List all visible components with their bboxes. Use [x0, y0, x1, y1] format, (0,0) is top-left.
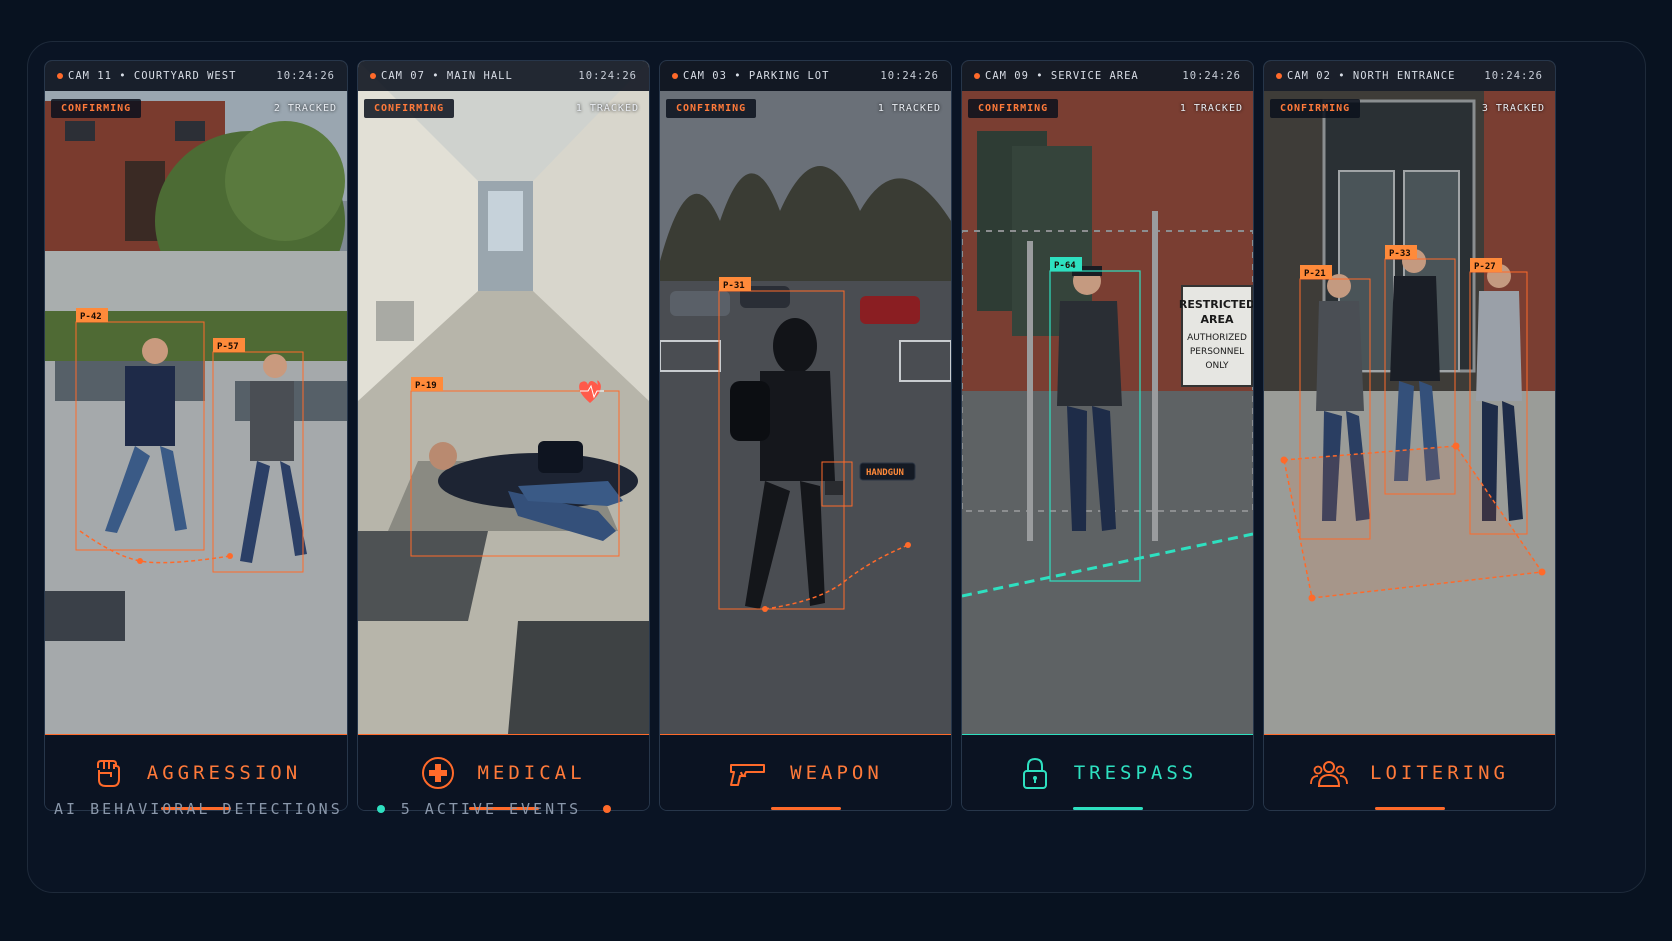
weapon-tag-label: HANDGUN — [866, 468, 904, 478]
recording-indicator — [57, 73, 63, 79]
event-label: LOITERING — [1370, 761, 1509, 784]
person-tag-label: P-33 — [1389, 249, 1411, 259]
camera-header: CAM 07 • MAIN HALL 10:24:26 — [358, 61, 649, 91]
person-tag-label: P-27 — [1474, 262, 1496, 272]
detection-overlay: P-19 — [410, 377, 620, 557]
event-label-bar[interactable]: TRESPASS — [962, 734, 1253, 810]
group-icon — [1310, 760, 1348, 787]
teal-status-dot — [376, 805, 385, 813]
camera-timestamp: 10:24:26 — [578, 70, 637, 82]
panel-aggression[interactable]: P-42 P-57 CAM 11 • COURTYARD WEST 10:24:… — [44, 60, 348, 811]
event-label-bar[interactable]: WEAPON — [660, 734, 951, 810]
footer-title: AI BEHAVIORAL DETECTIONS — [54, 800, 343, 818]
camera-feed-courtyard[interactable]: P-42 P-57 CAM 11 • COURTYARD WEST 10:24:… — [45, 61, 347, 734]
camera-name: CAM 03 • PARKING LOT — [683, 70, 830, 82]
restricted-sign-line: PERSONNEL — [1190, 347, 1244, 357]
event-label-bar[interactable]: AGGRESSION — [45, 734, 347, 810]
restricted-sign-line: AUTHORIZED — [1187, 333, 1247, 343]
person-tag-label: P-21 — [1304, 269, 1326, 279]
heart-icon — [579, 380, 601, 403]
status-row: CONFIRMING 1 TRACKED — [364, 97, 639, 119]
status-badge: CONFIRMING — [1270, 98, 1361, 118]
recording-indicator — [974, 73, 980, 79]
detection-overlay: P-31 HANDGUN — [718, 277, 916, 612]
detections-frame: P-42 P-57 CAM 11 • COURTYARD WEST 10:24:… — [27, 41, 1646, 893]
recording-indicator — [672, 73, 678, 79]
status-badge: CONFIRMING — [51, 98, 142, 118]
person-tag-label: P-42 — [80, 312, 102, 322]
detection-overlay: P-21 P-33 P-27 — [1280, 245, 1546, 602]
camera-timestamp: 10:24:26 — [880, 70, 939, 82]
panel-medical[interactable]: P-19 CAM 07 • MAIN HALL 10:24:26 CONFIRM… — [357, 60, 650, 811]
person-tag-label: P-64 — [1054, 261, 1076, 271]
camera-name: CAM 07 • MAIN HALL — [381, 70, 513, 82]
panel-loitering[interactable]: P-21 P-33 P-27 CAM 02 • NORTH ENTRANCE 1… — [1263, 60, 1556, 811]
footer-status: AI BEHAVIORAL DETECTIONS 5 ACTIVE EVENTS — [54, 800, 612, 818]
camera-name: CAM 09 • SERVICE AREA — [985, 70, 1139, 82]
restricted-sign-line: RESTRICTED — [1179, 298, 1253, 311]
tracked-count: 3 TRACKED — [1481, 102, 1545, 114]
handgun-icon — [730, 763, 766, 786]
tracked-count: 1 TRACKED — [575, 102, 639, 114]
camera-header: CAM 02 • NORTH ENTRANCE 10:24:26 — [1264, 61, 1555, 91]
camera-panels: P-42 P-57 CAM 11 • COURTYARD WEST 10:24:… — [44, 60, 1556, 811]
status-row: CONFIRMING 1 TRACKED — [666, 97, 941, 119]
camera-feed-main-hall[interactable]: P-19 CAM 07 • MAIN HALL 10:24:26 CONFIRM… — [358, 61, 649, 734]
camera-name: CAM 11 • COURTYARD WEST — [68, 70, 237, 82]
camera-header: CAM 03 • PARKING LOT 10:24:26 — [660, 61, 951, 91]
active-underline — [1374, 807, 1445, 810]
fist-icon — [96, 759, 120, 787]
event-label: AGGRESSION — [146, 761, 302, 784]
active-underline — [770, 807, 841, 810]
event-label: TRESPASS — [1073, 761, 1198, 784]
recording-indicator — [1276, 73, 1282, 79]
status-row: CONFIRMING 3 TRACKED — [1270, 97, 1545, 119]
camera-timestamp: 10:24:26 — [276, 70, 335, 82]
status-row: CONFIRMING 1 TRACKED — [968, 97, 1243, 119]
tracked-count: 1 TRACKED — [1179, 102, 1243, 114]
event-label: WEAPON — [790, 761, 883, 784]
camera-name: CAM 02 • NORTH ENTRANCE — [1287, 70, 1456, 82]
event-label-bar[interactable]: MEDICAL — [358, 734, 649, 810]
status-row: CONFIRMING 2 TRACKED — [51, 97, 337, 119]
event-label-bar[interactable]: LOITERING — [1264, 734, 1555, 810]
active-underline — [1072, 807, 1143, 810]
tracked-count: 2 TRACKED — [273, 102, 337, 114]
person-tag-label: P-57 — [217, 342, 239, 352]
status-badge: CONFIRMING — [968, 98, 1059, 118]
camera-timestamp: 10:24:26 — [1182, 70, 1241, 82]
panel-trespass[interactable]: RESTRICTED AREA AUTHORIZED PERSONNEL ONL… — [961, 60, 1254, 811]
event-label: MEDICAL — [477, 761, 586, 784]
camera-feed-parking-lot[interactable]: P-31 HANDGUN CAM 03 • PARKING LOT 10:24:… — [660, 61, 951, 734]
person-tag-label: P-19 — [415, 381, 437, 391]
panel-weapon[interactable]: P-31 HANDGUN CAM 03 • PARKING LOT 10:24:… — [659, 60, 952, 811]
active-events-count: 5 ACTIVE EVENTS — [400, 800, 582, 818]
camera-header: CAM 09 • SERVICE AREA 10:24:26 — [962, 61, 1253, 91]
lock-icon — [1022, 757, 1047, 789]
recording-indicator — [370, 73, 376, 79]
restricted-sign-line: AREA — [1200, 313, 1233, 326]
restricted-sign-line: ONLY — [1205, 361, 1229, 371]
status-badge: CONFIRMING — [666, 98, 757, 118]
detection-overlay: RESTRICTED AREA AUTHORIZED PERSONNEL ONL… — [962, 257, 1253, 598]
person-tag-label: P-31 — [723, 281, 745, 291]
tracked-count: 1 TRACKED — [877, 102, 941, 114]
detection-overlay: P-42 P-57 — [75, 308, 304, 573]
status-badge: CONFIRMING — [364, 98, 455, 118]
camera-timestamp: 10:24:26 — [1484, 70, 1543, 82]
camera-feed-north-entrance[interactable]: P-21 P-33 P-27 CAM 02 • NORTH ENTRANCE 1… — [1264, 61, 1555, 734]
camera-header: CAM 11 • COURTYARD WEST 10:24:26 — [45, 61, 347, 91]
medical-cross-icon — [422, 756, 455, 789]
camera-feed-service-area[interactable]: RESTRICTED AREA AUTHORIZED PERSONNEL ONL… — [962, 61, 1253, 734]
orange-status-dot — [603, 805, 612, 813]
